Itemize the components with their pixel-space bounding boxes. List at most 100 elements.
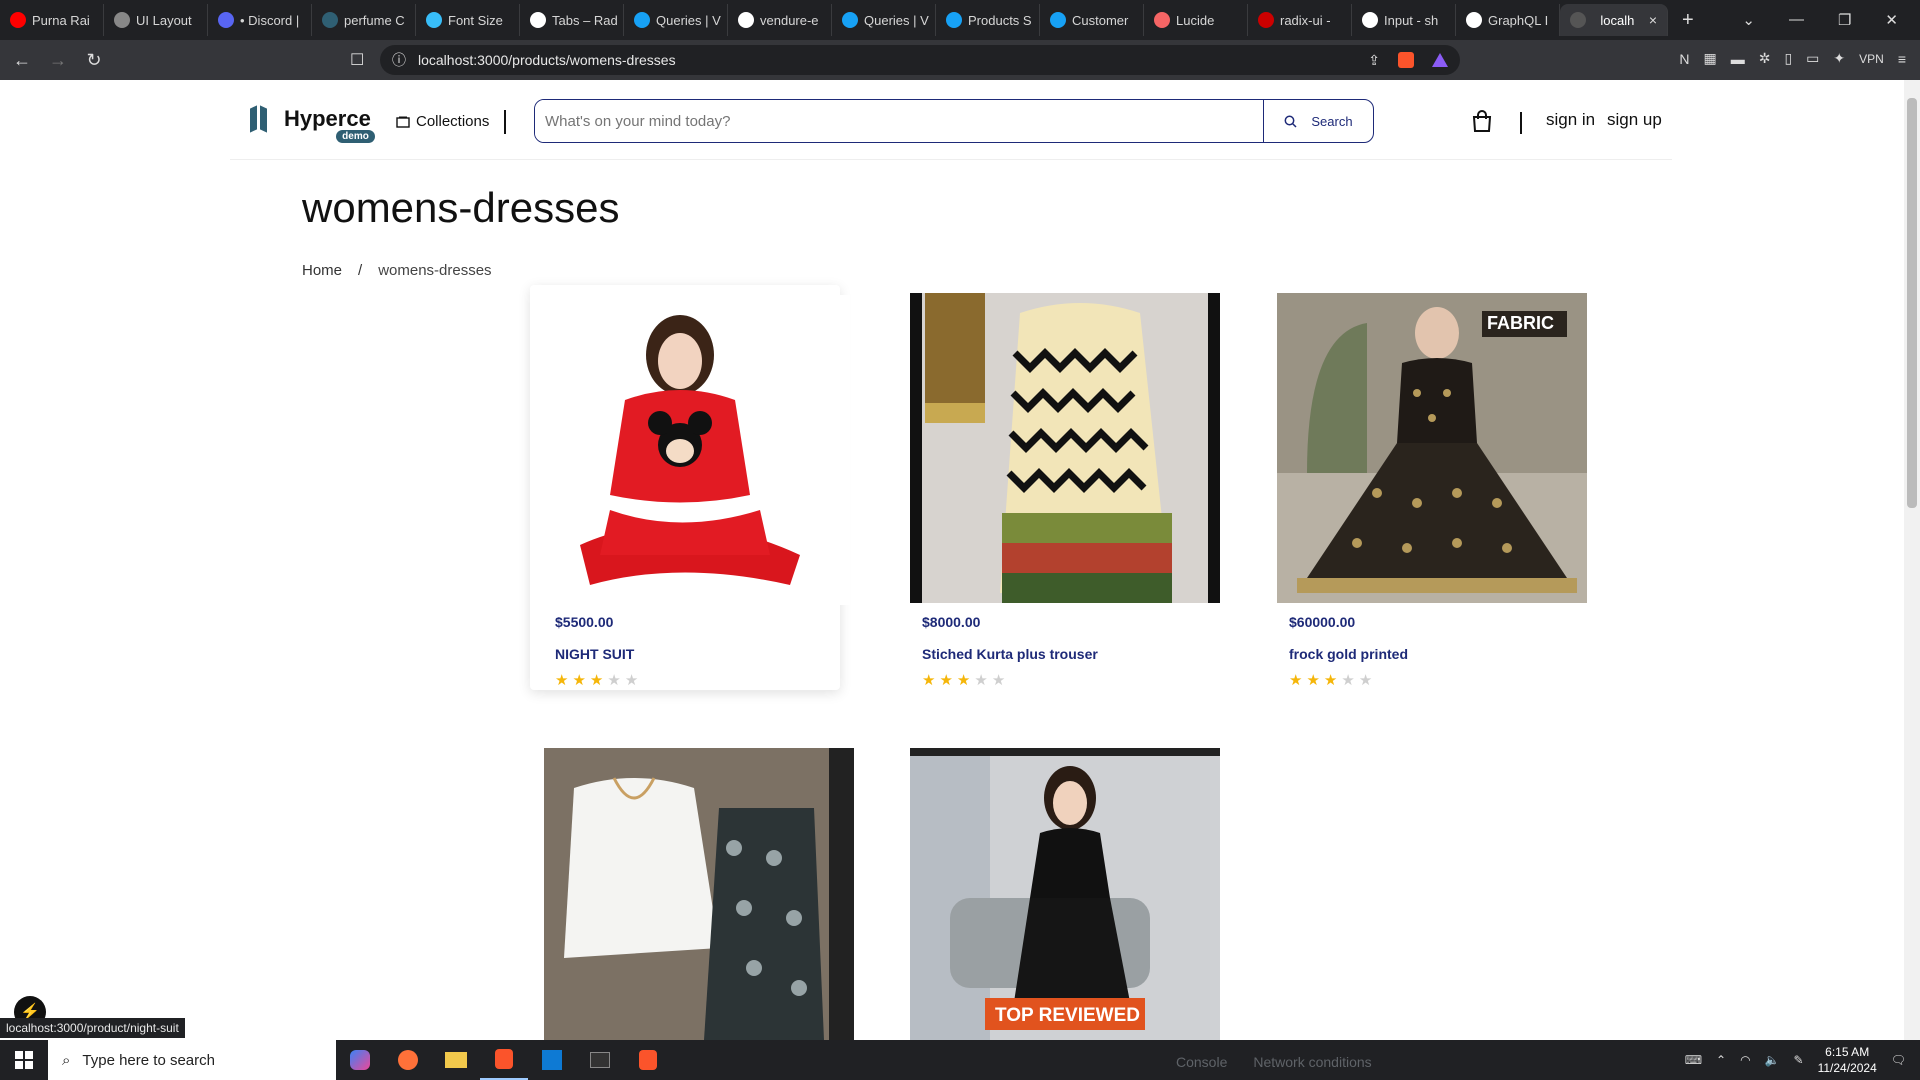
product-card[interactable]: TOP REVIEWED — [910, 740, 1220, 1040]
new-tab-button[interactable]: + — [1668, 9, 1708, 32]
product-image[interactable] — [910, 293, 1220, 603]
devtools-drawer-tabs: Console Network conditions — [1176, 1054, 1372, 1070]
taskbar-search[interactable]: ⌕ Type here to search — [48, 1040, 336, 1080]
firefox-icon[interactable] — [384, 1040, 432, 1080]
browser-tab[interactable]: Queries | V — [832, 4, 936, 36]
browser-tab[interactable]: • Discord | — [208, 4, 312, 36]
brave-shields-icon[interactable] — [1398, 52, 1414, 68]
volume-icon[interactable]: 🔈 — [1765, 1053, 1780, 1067]
devtools-console-tab[interactable]: Console — [1176, 1054, 1227, 1070]
favicon-icon — [842, 12, 858, 28]
notifications-icon[interactable]: 🗨 — [1891, 1053, 1906, 1067]
reload-icon[interactable]: ↻ — [80, 50, 108, 71]
chevron-up-icon[interactable]: ⌃ — [1716, 1053, 1726, 1067]
clock[interactable]: 6:15 AM 11/24/2024 — [1818, 1044, 1877, 1076]
product-card[interactable]: $5500.00 NIGHT SUIT ★ ★ ★ ★ ★ — [530, 285, 850, 690]
star-icon: ★ — [572, 672, 586, 689]
product-image[interactable]: TOP REVIEWED — [910, 748, 1220, 1040]
devtools-network-tab[interactable]: Network conditions — [1253, 1054, 1371, 1070]
vpn-button[interactable]: VPN — [1859, 52, 1884, 66]
brave-rewards-icon[interactable] — [1432, 53, 1448, 67]
share-icon[interactable]: ⇪ — [1368, 52, 1380, 69]
vscode-icon[interactable] — [528, 1040, 576, 1080]
product-image[interactable]: FABRIC — [1277, 293, 1587, 603]
extensions-area: N ▦ ▬ ✲ ▯ ▭ ✦ VPN ≡ — [1679, 50, 1906, 67]
pen-icon[interactable]: ✎ — [1794, 1053, 1804, 1067]
tab-label: localh — [1600, 12, 1635, 28]
star-icon: ★ — [1306, 672, 1320, 689]
forward-button[interactable]: → — [44, 50, 72, 71]
browser-tab[interactable]: Lucide — [1144, 4, 1248, 36]
browser-tab[interactable]: Font Size — [416, 4, 520, 36]
demo-badge: demo — [336, 130, 375, 143]
extension-icon[interactable]: N — [1679, 51, 1689, 67]
tab-search-icon[interactable]: ⌄ — [1742, 11, 1755, 29]
brave-icon[interactable] — [480, 1040, 528, 1080]
browser-tab[interactable]: Customer — [1040, 4, 1144, 36]
browser-tab[interactable]: Purna Rai — [0, 4, 104, 36]
keyboard-icon[interactable]: ⌨ — [1685, 1053, 1702, 1067]
logo-icon — [250, 104, 274, 134]
product-card[interactable]: $8000.00 Stiched Kurta plus trouser ★ ★ ★ ★… — [910, 285, 1220, 690]
wallet-icon[interactable]: ▭ — [1806, 50, 1819, 67]
close-window-button[interactable]: ✕ — [1885, 11, 1898, 29]
extensions-puzzle-icon[interactable]: ✲ — [1759, 50, 1771, 67]
star-icon: ★ — [607, 672, 621, 689]
brave-icon[interactable] — [624, 1040, 672, 1080]
sidebar-icon[interactable]: ▯ — [1784, 50, 1792, 67]
collections-button[interactable]: Collections — [396, 113, 489, 130]
page-scrollbar[interactable] — [1904, 80, 1920, 1040]
tab-label: Font Size — [448, 12, 503, 28]
sign-up-link[interactable]: sign up — [1607, 110, 1662, 130]
windows-icon[interactable] — [0, 1051, 48, 1069]
minimize-button[interactable]: — — [1789, 11, 1804, 29]
browser-tab[interactable]: GraphQL I — [1456, 4, 1560, 36]
restore-button[interactable]: ❐ — [1838, 11, 1851, 29]
extension-icon[interactable]: ▬ — [1731, 51, 1745, 67]
tab-active[interactable]: localh × — [1560, 4, 1668, 36]
tab-label: UI Layout — [136, 12, 192, 28]
bookmark-icon[interactable]: ☐ — [350, 50, 364, 70]
product-card[interactable] — [544, 740, 854, 1040]
product-image[interactable] — [544, 748, 854, 1040]
copilot-icon[interactable] — [336, 1040, 384, 1080]
search-icon — [1284, 115, 1297, 128]
browser-tab[interactable]: Input - sh — [1352, 4, 1456, 36]
product-name[interactable]: frock gold printed — [1289, 646, 1408, 662]
back-button[interactable]: ← — [8, 50, 36, 71]
browser-tab[interactable]: radix-ui - — [1248, 4, 1352, 36]
brand-logo[interactable]: Hyperce demo — [250, 104, 375, 143]
search-button[interactable]: Search — [1263, 100, 1373, 142]
site-info-icon[interactable]: ⓘ — [392, 50, 406, 70]
browser-tab[interactable]: Queries | V — [624, 4, 728, 36]
product-name[interactable]: NIGHT SUIT — [555, 646, 634, 662]
menu-icon[interactable]: ≡ — [1898, 51, 1906, 67]
network-icon[interactable]: ◠ — [1740, 1053, 1750, 1067]
close-icon[interactable]: × — [1649, 12, 1657, 28]
search-input[interactable] — [535, 100, 1263, 142]
product-name[interactable]: Stiched Kurta plus trouser — [922, 646, 1098, 662]
star-icon: ★ — [555, 672, 569, 689]
browser-tab[interactable]: Tabs – Rad — [520, 4, 624, 36]
browser-tab[interactable]: vendure-e — [728, 4, 832, 36]
extension-icon[interactable]: ▦ — [1703, 50, 1716, 67]
tab-label: Input - sh — [1384, 12, 1439, 28]
address-bar[interactable]: ⓘ localhost:3000/products/womens-dresses… — [380, 45, 1460, 75]
product-image[interactable] — [540, 295, 850, 605]
browser-tab[interactable]: UI Layout — [104, 4, 208, 36]
tab-label: Queries | V — [864, 12, 929, 28]
leo-ai-icon[interactable]: ✦ — [1833, 50, 1845, 67]
terminal-icon[interactable] — [576, 1040, 624, 1080]
sign-in-link[interactable]: sign in — [1546, 110, 1595, 130]
file-explorer-icon[interactable] — [432, 1040, 480, 1080]
product-card[interactable]: FABRIC $60000.00 frock gold printed ★ ★ ★ ★… — [1277, 285, 1587, 690]
browser-tab[interactable]: perfume C — [312, 4, 416, 36]
favicon-icon — [426, 12, 442, 28]
collections-label: Collections — [416, 113, 490, 130]
breadcrumb-home[interactable]: Home — [302, 262, 342, 279]
browser-tab[interactable]: Products S — [936, 4, 1040, 36]
scrollbar-thumb[interactable] — [1907, 98, 1917, 508]
tab-label: Queries | V — [656, 12, 721, 28]
product-price: $8000.00 — [922, 614, 981, 630]
cart-button[interactable] — [1472, 110, 1492, 137]
